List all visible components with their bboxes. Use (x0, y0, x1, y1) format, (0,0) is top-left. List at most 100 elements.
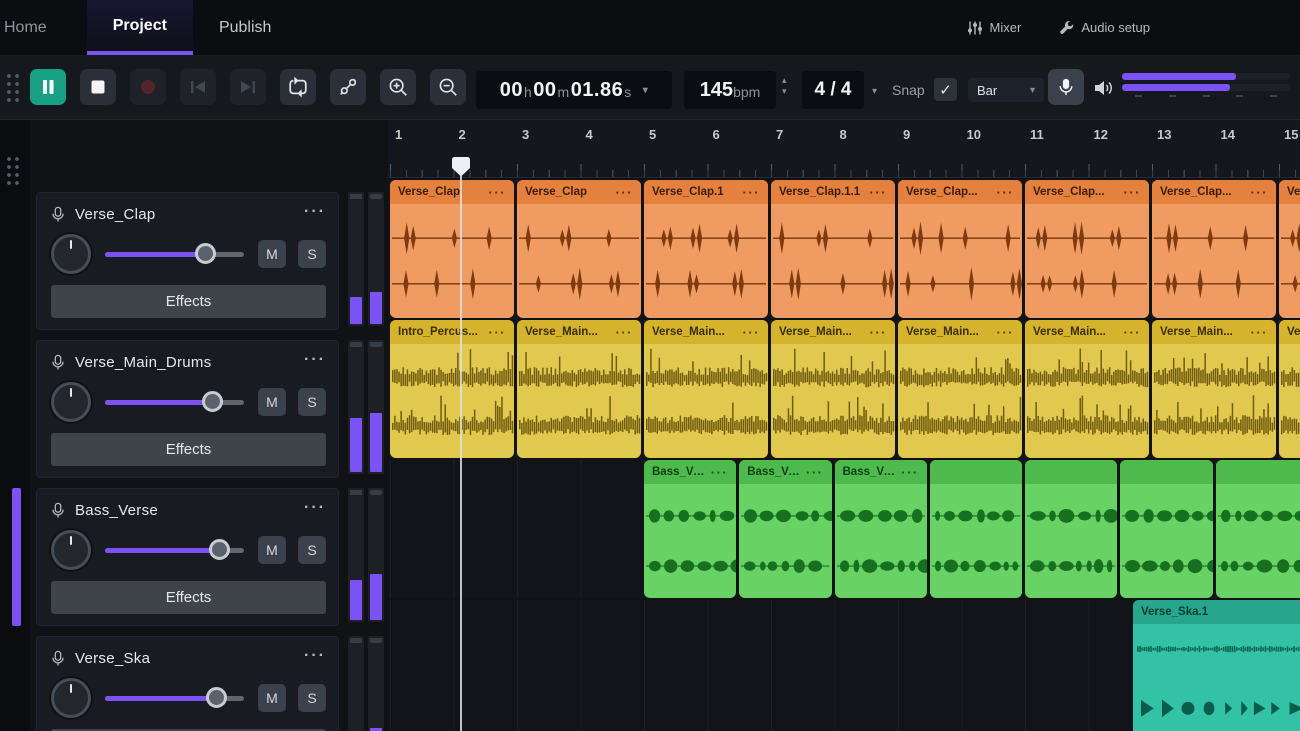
mic-input-button[interactable] (1048, 69, 1084, 105)
track-menu-icon[interactable]: ··· (304, 647, 326, 665)
playhead-marker[interactable] (452, 157, 470, 177)
tab-project[interactable]: Project (87, 0, 193, 55)
effects-button[interactable]: Effects (51, 285, 326, 318)
volume-slider-handle[interactable] (209, 539, 230, 560)
audio-clip[interactable]: Verse_Clap (1279, 180, 1300, 318)
timeline-ruler[interactable]: 123456789101112131415 (388, 120, 1300, 178)
audio-clip[interactable]: Verse_Main...··· (771, 320, 895, 458)
clip-menu-icon[interactable]: ··· (616, 325, 634, 340)
mute-button[interactable]: M (258, 536, 286, 564)
clip-menu-icon[interactable]: ··· (1124, 325, 1142, 340)
automation-button[interactable] (330, 69, 366, 105)
skip-back-button[interactable] (180, 69, 216, 105)
audio-setup-button[interactable]: Audio setup (1059, 20, 1150, 35)
track-lane[interactable]: Intro_Percus...···Verse_Main...···Verse_… (388, 320, 1300, 458)
volume-slider-handle[interactable] (202, 391, 223, 412)
audio-clip[interactable]: Verse_Clap...··· (1025, 180, 1149, 318)
volume-slider[interactable] (105, 243, 244, 265)
snap-grid-select[interactable]: Bar ▾ (968, 78, 1044, 102)
audio-clip[interactable]: Verse_... (1279, 320, 1300, 458)
tracks-drag-handle[interactable] (6, 156, 23, 186)
track-card[interactable]: Verse_Ska···MSEffects (36, 636, 339, 731)
audio-clip[interactable] (930, 460, 1022, 598)
audio-clip[interactable]: Verse_Clap...··· (1152, 180, 1276, 318)
audio-clip[interactable]: Verse_Ska.1 (1133, 600, 1300, 731)
track-lane[interactable]: Verse_Ska.1 (388, 600, 1300, 731)
skip-forward-button[interactable] (230, 69, 266, 105)
playhead-line[interactable] (460, 176, 462, 731)
clip-menu-icon[interactable]: ··· (711, 465, 729, 480)
audio-clip[interactable]: Bass_Verse.2··· (835, 460, 927, 598)
clip-menu-icon[interactable]: ··· (743, 185, 761, 200)
clip-menu-icon[interactable]: ··· (616, 185, 634, 200)
volume-slider-handle[interactable] (206, 687, 227, 708)
clip-menu-icon[interactable]: ··· (870, 325, 888, 340)
clip-menu-icon[interactable]: ··· (806, 465, 824, 480)
track-lane[interactable]: Bass_Verse···Bass_Verse.1···Bass_Verse.2… (388, 460, 1300, 598)
volume-slider[interactable] (105, 539, 244, 561)
audio-clip[interactable]: Intro_Percus...··· (390, 320, 514, 458)
volume-slider[interactable] (105, 391, 244, 413)
timeline[interactable]: 123456789101112131415 Verse_Clap···Verse… (388, 120, 1300, 731)
track-card[interactable]: Verse_Main_Drums···MSEffects (36, 340, 339, 478)
audio-clip[interactable]: Verse_Clap··· (390, 180, 514, 318)
bpm-stepper[interactable]: ▴ ▾ (782, 76, 787, 96)
clip-menu-icon[interactable]: ··· (901, 465, 919, 480)
audio-clip[interactable]: Bass_Verse··· (644, 460, 736, 598)
bpm-up-icon[interactable]: ▴ (782, 76, 787, 85)
audio-clip[interactable]: Bass_Verse.1··· (739, 460, 831, 598)
audio-clip[interactable]: Verse_Clap...··· (898, 180, 1022, 318)
audio-clip[interactable]: Verse_Clap.1··· (644, 180, 768, 318)
track-menu-icon[interactable]: ··· (304, 351, 326, 369)
loop-button[interactable] (280, 69, 316, 105)
solo-button[interactable]: S (298, 388, 326, 416)
transport-drag-handle[interactable] (6, 73, 23, 103)
snap-checkbox[interactable]: ✓ (934, 78, 957, 101)
solo-button[interactable]: S (298, 536, 326, 564)
volume-slider[interactable] (105, 687, 244, 709)
audio-clip[interactable]: Verse_Clap··· (517, 180, 641, 318)
time-signature-caret-icon[interactable]: ▾ (872, 86, 877, 97)
clip-menu-icon[interactable]: ··· (1251, 185, 1269, 200)
effects-button[interactable]: Effects (51, 581, 326, 614)
audio-clip[interactable]: Verse_Main...··· (1152, 320, 1276, 458)
audio-clip[interactable] (1216, 460, 1300, 598)
audio-clip[interactable] (1120, 460, 1212, 598)
audio-clip[interactable]: Verse_Main...··· (517, 320, 641, 458)
clip-menu-icon[interactable]: ··· (870, 185, 888, 200)
time-signature-display[interactable]: 4 / 4 (802, 71, 864, 109)
track-card[interactable]: Bass_Verse···MSEffects (36, 488, 339, 626)
pan-knob[interactable] (51, 234, 91, 274)
stop-button[interactable] (80, 69, 116, 105)
clip-menu-icon[interactable]: ··· (743, 325, 761, 340)
solo-button[interactable]: S (298, 240, 326, 268)
audio-clip[interactable]: Verse_Main...··· (898, 320, 1022, 458)
track-lane[interactable]: Verse_Clap···Verse_Clap···Verse_Clap.1··… (388, 180, 1300, 318)
volume-slider-handle[interactable] (195, 243, 216, 264)
nav-home[interactable]: Home (0, 0, 47, 55)
clip-menu-icon[interactable]: ··· (997, 325, 1015, 340)
clip-menu-icon[interactable]: ··· (1251, 325, 1269, 340)
clip-menu-icon[interactable]: ··· (489, 185, 507, 200)
pause-button[interactable] (30, 69, 66, 105)
clip-menu-icon[interactable]: ··· (489, 325, 507, 340)
time-display-caret-icon[interactable]: ▾ (643, 85, 649, 96)
pan-knob[interactable] (51, 382, 91, 422)
bpm-down-icon[interactable]: ▾ (782, 87, 787, 96)
audio-clip[interactable] (1025, 460, 1117, 598)
mixer-button[interactable]: Mixer (967, 20, 1022, 36)
track-card[interactable]: Verse_Clap···MSEffects (36, 192, 339, 330)
effects-button[interactable]: Effects (51, 433, 326, 466)
clip-menu-icon[interactable]: ··· (997, 185, 1015, 200)
solo-button[interactable]: S (298, 684, 326, 712)
record-button[interactable] (130, 69, 166, 105)
mute-button[interactable]: M (258, 388, 286, 416)
audio-clip[interactable]: Verse_Main...··· (1025, 320, 1149, 458)
mute-button[interactable]: M (258, 684, 286, 712)
track-menu-icon[interactable]: ··· (304, 203, 326, 221)
track-menu-icon[interactable]: ··· (304, 499, 326, 517)
pan-knob[interactable] (51, 678, 91, 718)
zoom-in-button[interactable] (380, 69, 416, 105)
clip-menu-icon[interactable]: ··· (1124, 185, 1142, 200)
audio-clip[interactable]: Verse_Clap.1.1··· (771, 180, 895, 318)
